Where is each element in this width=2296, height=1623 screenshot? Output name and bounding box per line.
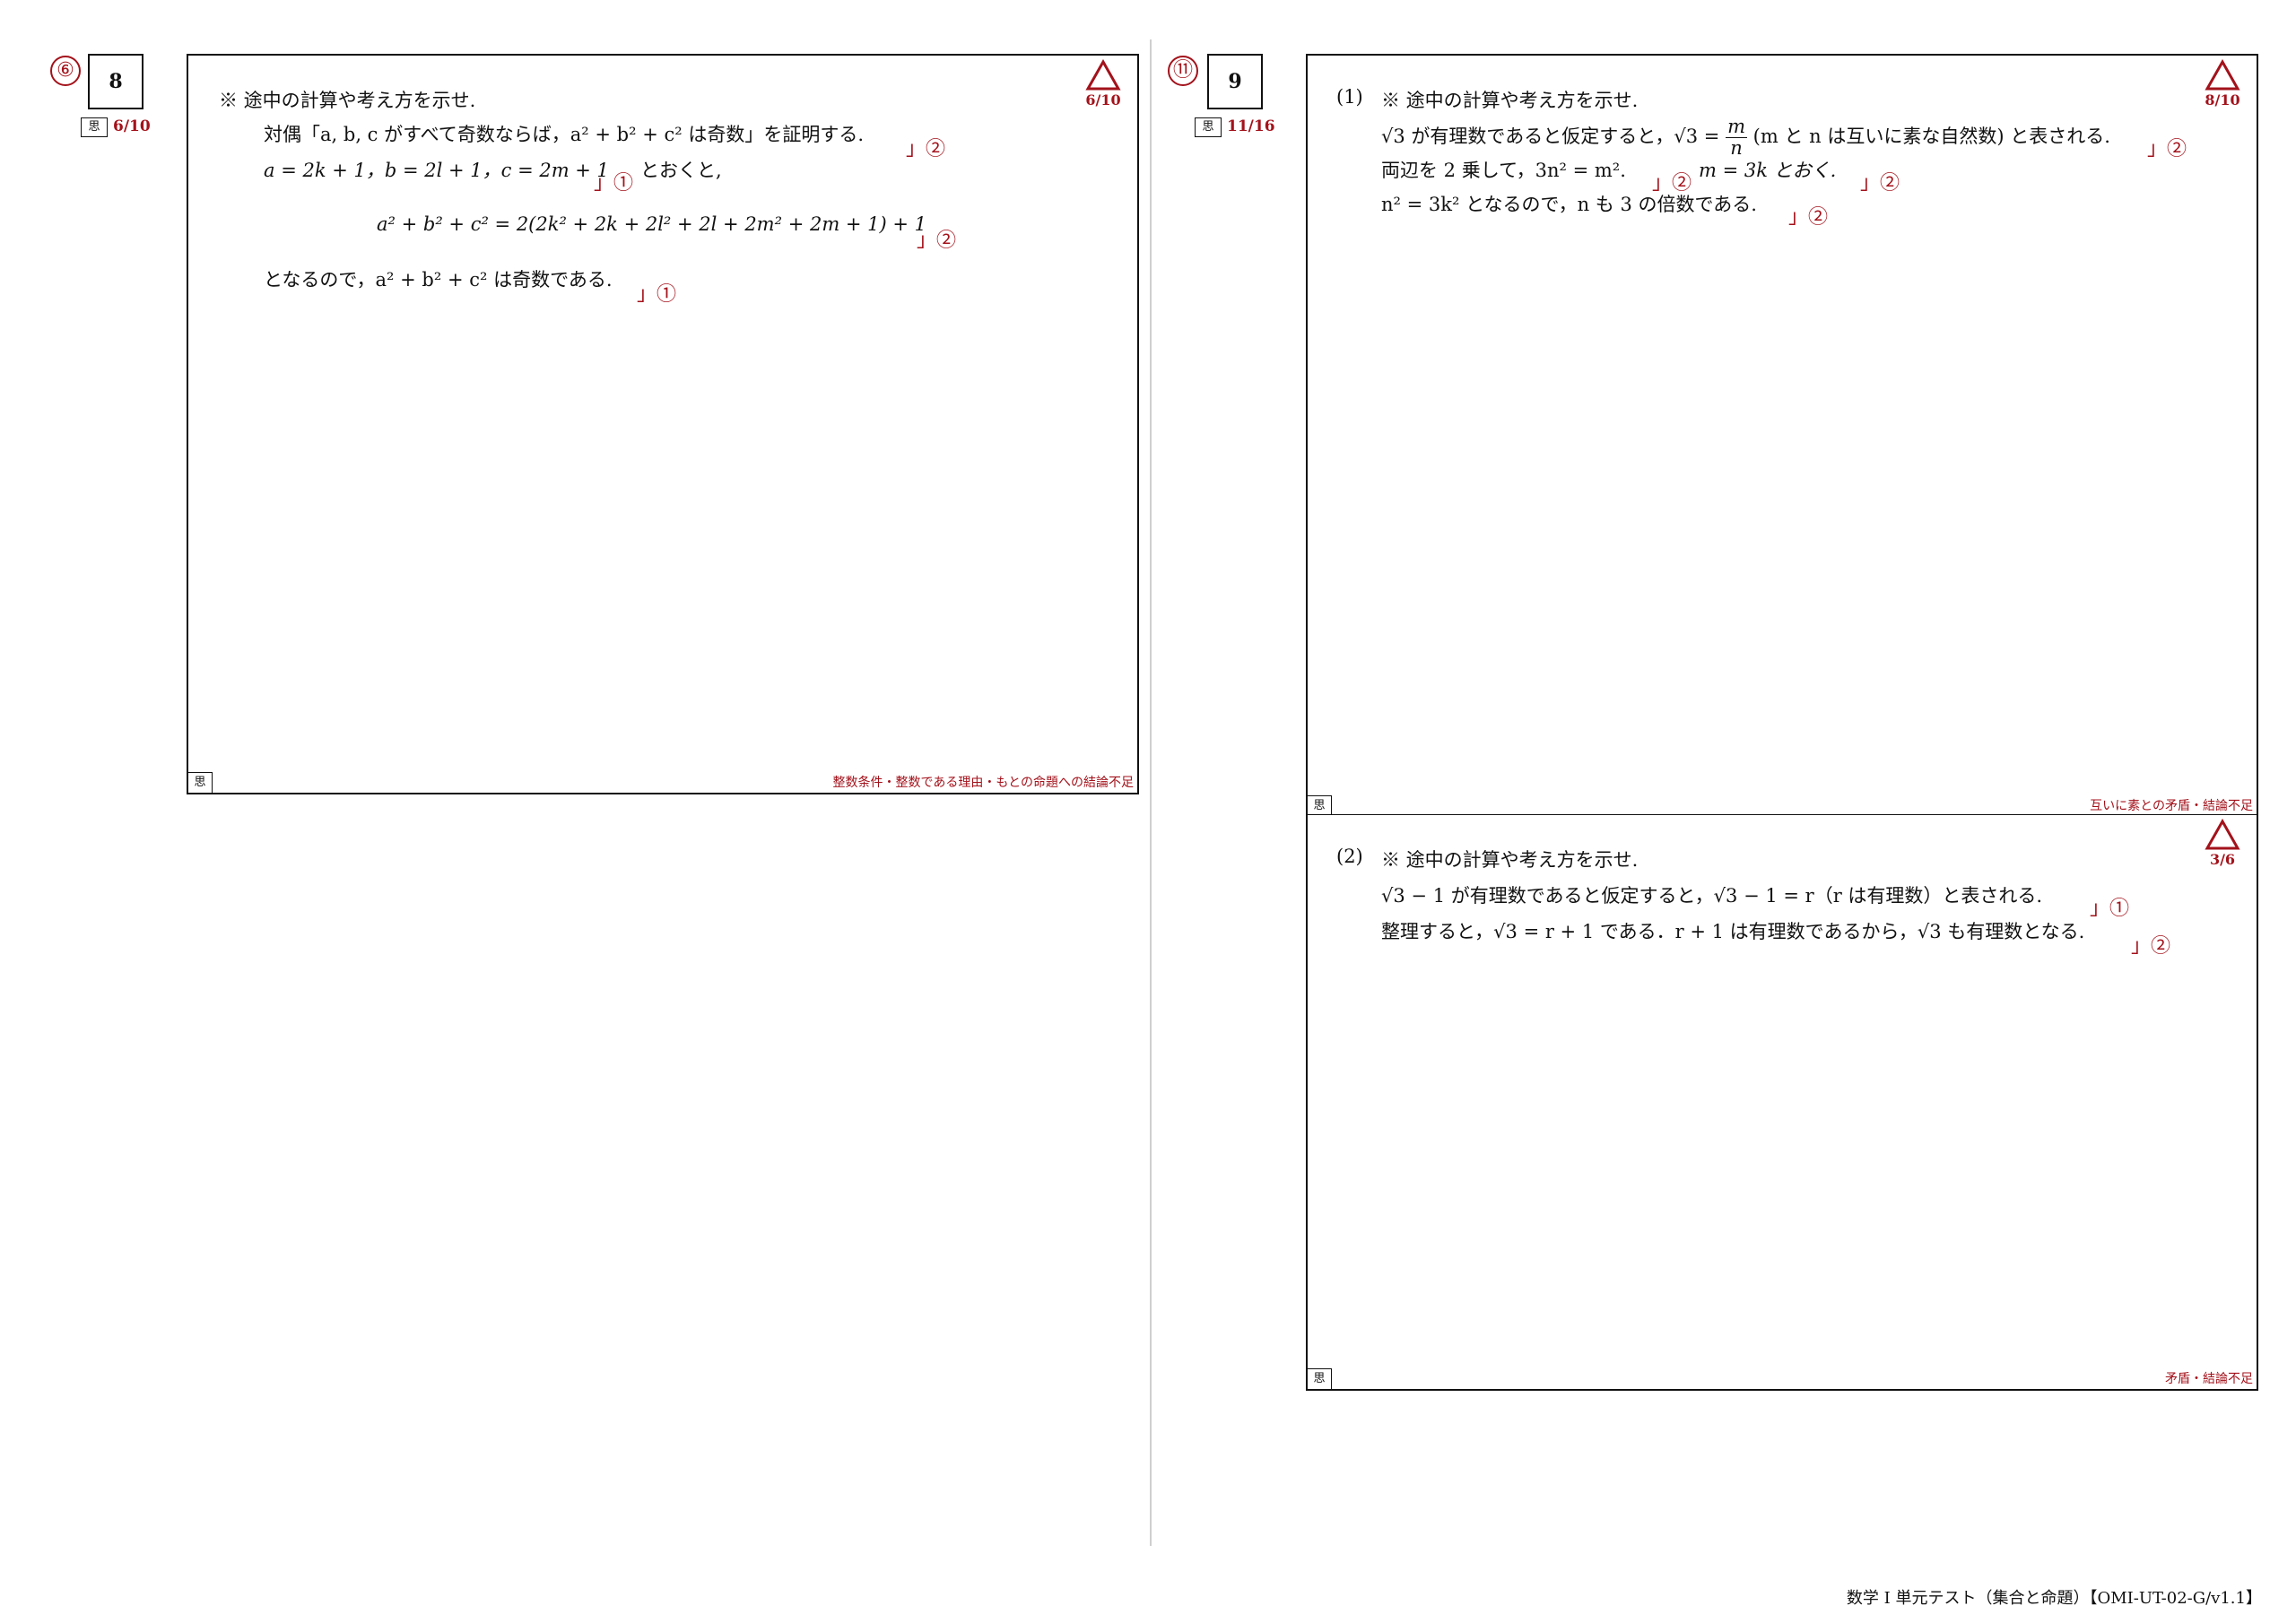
answer-line-1: 対偶「a, b, c がすべて奇数ならば，a² + b² + c² は奇数」を証… [264,124,865,145]
answer-line-3: となるので，a² + b² + c² は奇数である. [264,269,613,291]
grading-mark-2: 」① [594,172,634,195]
box-category-tag: 思 [188,772,213,793]
category-tag: 思 [81,117,108,137]
answer-line-3: n² = 3k² となるので，n も 3 の倍数である. [1381,194,1757,215]
answer-line-1: √3 が有理数であると仮定すると，√3 = mn (m と n は互いに素な自然… [1381,116,2110,159]
page-footer: 数学 I 単元テスト（集合と命題）【OMI-UT-02-G/v1.1】 [1846,1589,2262,1608]
triangle-icon [1085,59,1121,91]
grade-score: 3/6 [2209,851,2236,868]
instruction-text: ※ 途中の計算や考え方を示せ. [1381,90,1639,111]
fraction-numerator: m [1726,116,1747,139]
answer-line-1-lead: √3 が有理数であると仮定すると，√3 = [1381,126,1726,148]
grading-mark-1: 」① [2090,898,2130,920]
answer-box-q9-1: 8/10 (1) ※ 途中の計算や考え方を示せ. √3 が有理数であると仮定する… [1306,54,2258,818]
part-label: (1) [1336,86,1363,108]
grading-mark-3: 」② [1860,172,1900,195]
grade-score: 6/10 [1085,91,1121,108]
triangle-icon [2205,59,2240,91]
grader-comment: 矛盾・結論不足 [2165,1372,2253,1386]
grader-comment: 互いに素との矛盾・結論不足 [2090,799,2253,813]
answer-line-1: √3 − 1 が有理数であると仮定すると，√3 − 1 = r（r は有理数）と… [1381,885,2043,907]
question-number-box: 8 [88,54,144,109]
part-label: (2) [1336,846,1363,867]
question-circle-number: ⑥ [50,56,81,86]
answer-line-2-cont: m = 3k とおく. [1699,160,1837,181]
answer-line-2: 両辺を 2 乗して，3n² = m². [1381,160,1626,181]
fraction-m-over-n: mn [1726,116,1747,159]
box-category-tag: 思 [1308,795,1332,816]
answer-box-q9-2: 3/6 (2) ※ 途中の計算や考え方を示せ. √3 − 1 が有理数であると仮… [1306,814,2258,1391]
box-category-tag: 思 [1308,1368,1332,1389]
category-tag: 思 [1195,117,1222,137]
question-number-box: 9 [1207,54,1263,109]
instruction-text: ※ 途中の計算や考え方を示せ. [1381,849,1639,871]
answer-line-2-cont: とおくと, [640,160,722,181]
page-divider [1150,39,1152,1546]
instruction-text: ※ 途中の計算や考え方を示せ. [219,90,476,111]
answer-line-1-tail: (m と n は互いに素な自然数) と表される. [1752,126,2110,148]
answer-line-2: a = 2k + 1，b = 2l + 1，c = 2m + 1 [264,160,609,181]
grading-mark-1: 」② [2147,138,2187,161]
question-score: 6/10 [113,117,151,135]
grading-mark-4: 」① [637,283,677,306]
grading-mark-3: 」② [917,230,957,252]
grade-score: 8/10 [2205,91,2240,108]
answer-equation: a² + b² + c² = 2(2k² + 2k + 2l² + 2l + 2… [377,213,927,235]
grading-mark-4: 」② [1788,206,1829,229]
answer-box-q8: 6/10 ※ 途中の計算や考え方を示せ. 対偶「a, b, c がすべて奇数なら… [187,54,1139,794]
grading-mark-1: 」② [906,138,946,161]
question-score: 11/16 [1227,117,1275,135]
triangle-icon [2205,819,2240,850]
answer-line-2: 整理すると，√3 = r + 1 である．r + 1 は有理数であるから，√3 … [1381,921,2085,942]
grader-comment: 整数条件・整数である理由・もとの命題への結論不足 [832,776,1134,790]
grading-mark-2: 」② [2131,935,2171,958]
question-circle-number: ⑪ [1168,56,1198,86]
